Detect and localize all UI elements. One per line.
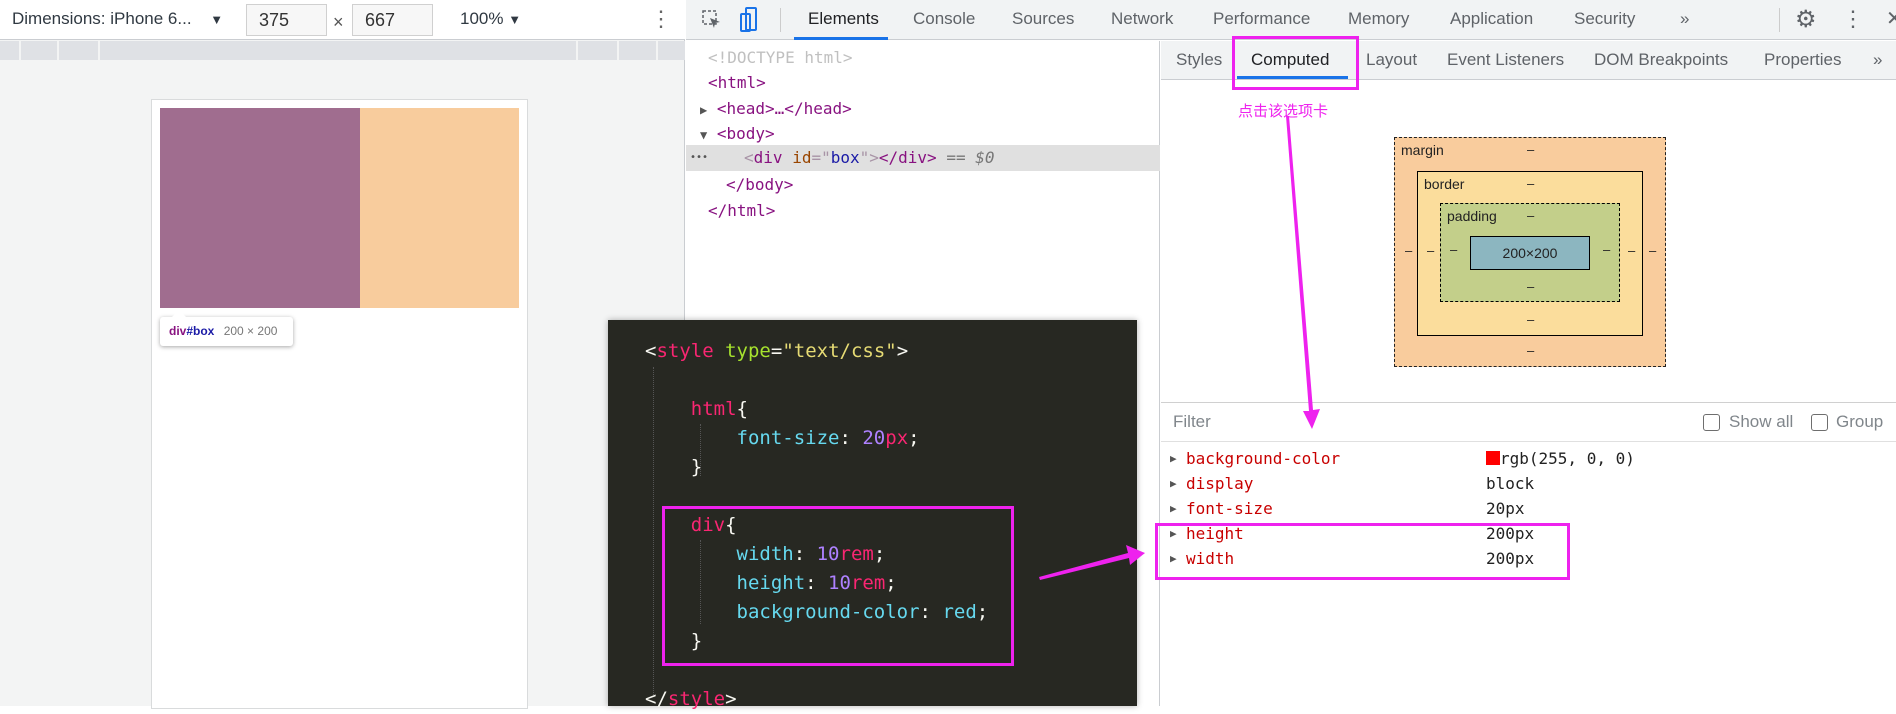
arrow-to-filter-icon xyxy=(1286,116,1320,429)
arrow-to-properties-icon xyxy=(1039,545,1145,580)
annotation-arrows xyxy=(1039,116,1320,580)
